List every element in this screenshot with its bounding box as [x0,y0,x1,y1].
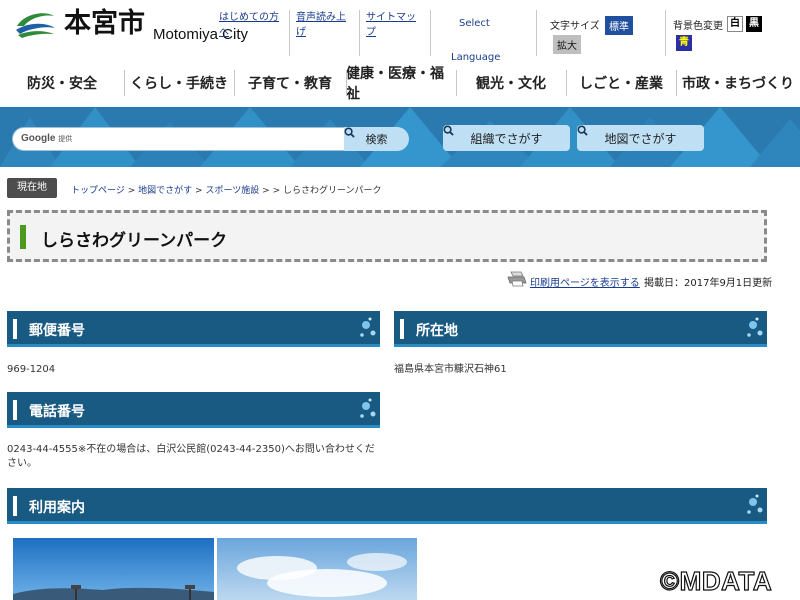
site-header: 本宮市 Motomiya City はじめての方へ 音声読み上げ サイトマップ … [0,0,800,65]
section-heading-text: 所在地 [416,323,458,339]
search-icon [344,127,355,138]
nav-item-living[interactable]: くらし・手続き [124,64,234,102]
site-logo[interactable]: 本宮市 Motomiya City [14,8,248,43]
search-icon [443,125,454,136]
bg-white-button[interactable]: 白 [727,16,743,32]
heading-accent-line [7,425,380,428]
breadcrumb-separator: > [262,186,270,196]
nav-item-city-admin[interactable]: 市政・まちづくり [676,64,800,102]
heading-accent-line [7,344,380,347]
nav-item-health[interactable]: 健康・医療・福祉 [346,64,456,102]
bubbles-decoration [747,317,763,337]
site-name-ja: 本宮市 [64,8,145,39]
search-by-map-button[interactable]: 地図でさがす [577,125,704,151]
breadcrumb-separator: > [127,186,136,196]
search-icon [577,125,588,136]
util-divider [289,10,290,56]
search-band: Google 提供 検索 組織でさがす 地図でさがす [0,107,800,167]
first-visitors-link[interactable]: はじめての方へ [219,10,283,40]
breadcrumb-sports[interactable]: スポーツ施設 [205,186,259,196]
search-by-map-label: 地図でさがす [604,131,677,146]
section-heading-phone: 電話番号 [7,392,380,428]
phone-value: 0243-44-4555※不在の場合は、白沢公民館(0243-44-2350)へ… [7,444,375,469]
heading-bar [13,400,17,420]
page-title: しらさわグリーンパーク [41,231,228,251]
breadcrumb-separator: > [272,186,281,196]
search-by-org-label: 組織でさがす [470,131,543,146]
main-nav: 防災・安全 くらし・手続き 子育て・教育 健康・医療・福祉 観光・文化 しごと・… [0,64,800,102]
font-size-standard-button[interactable]: 標準 [605,16,633,35]
util-divider [665,10,666,56]
util-divider [359,10,360,56]
bg-black-button[interactable]: 黒 [746,16,762,32]
search-button-label: 検索 [365,133,388,146]
util-divider [536,10,537,56]
heading-bar [400,319,404,339]
printer-icon[interactable] [507,271,527,287]
heading-accent-line [394,344,767,347]
google-provider-suffix: 提供 [58,136,73,143]
bubbles-decoration [360,317,376,337]
heading-accent-line [7,521,767,524]
heading-bar [13,496,17,516]
postal-code-value: 969-1204 [7,364,56,375]
nav-item-tourism[interactable]: 観光・文化 [456,64,566,102]
section-heading-address: 所在地 [394,311,767,347]
select-language-bottom[interactable]: Language [451,50,500,65]
page-title-box: しらさわグリーンパーク [7,210,767,262]
section-heading-text: 利用案内 [29,500,85,516]
section-heading-postal: 郵便番号 [7,311,380,347]
google-search-label: Google 提供 [21,133,72,144]
site-search-input[interactable]: Google 提供 [12,127,346,151]
voice-reader-link[interactable]: 音声読み上げ [296,10,352,40]
font-size-large-button[interactable]: 拡大 [553,35,581,54]
nav-item-disaster-safety[interactable]: 防災・安全 [0,64,124,102]
nav-item-childcare[interactable]: 子育て・教育 [234,64,346,102]
breadcrumb-separator: > [195,186,203,196]
updated-date: 掲載日：2017年9月1日更新 [644,278,773,289]
bg-color-label: 背景色変更 [673,21,723,32]
section-heading-text: 郵便番号 [29,323,85,339]
current-location-label: 現在地 [7,178,57,198]
util-divider [430,10,431,56]
park-photo-stadium [13,538,214,600]
font-size-label: 文字サイズ [550,21,600,32]
watermark: ©MDATA [659,565,773,596]
search-by-org-button[interactable]: 組織でさがす [443,125,570,151]
section-heading-text: 電話番号 [29,404,85,420]
select-language-top[interactable]: Select [459,16,490,31]
city-emblem-icon [16,13,55,38]
breadcrumb: トップページ > 地図でさがす > スポーツ施設 > > しらさわグリーンパーク [71,183,382,196]
breadcrumb-top[interactable]: トップページ [71,186,125,196]
google-wordmark: Google [21,133,56,144]
nav-item-work[interactable]: しごと・産業 [566,64,676,102]
bubbles-decoration [747,494,763,514]
breadcrumb-current: しらさわグリーンパーク [282,186,382,196]
park-photo-sky [217,538,417,600]
bg-blue-button[interactable]: 青 [676,35,692,51]
breadcrumb-map-search[interactable]: 地図でさがす [138,186,192,196]
title-accent-bar [20,225,26,249]
heading-bar [13,319,17,339]
section-heading-usage: 利用案内 [7,488,767,524]
bubbles-decoration [360,398,376,418]
sitemap-link[interactable]: サイトマップ [366,10,418,40]
print-page-link[interactable]: 印刷用ページを表示する [530,274,640,289]
address-value: 福島県本宮市糠沢石神61 [394,364,507,375]
search-button[interactable]: 検索 [344,127,409,151]
